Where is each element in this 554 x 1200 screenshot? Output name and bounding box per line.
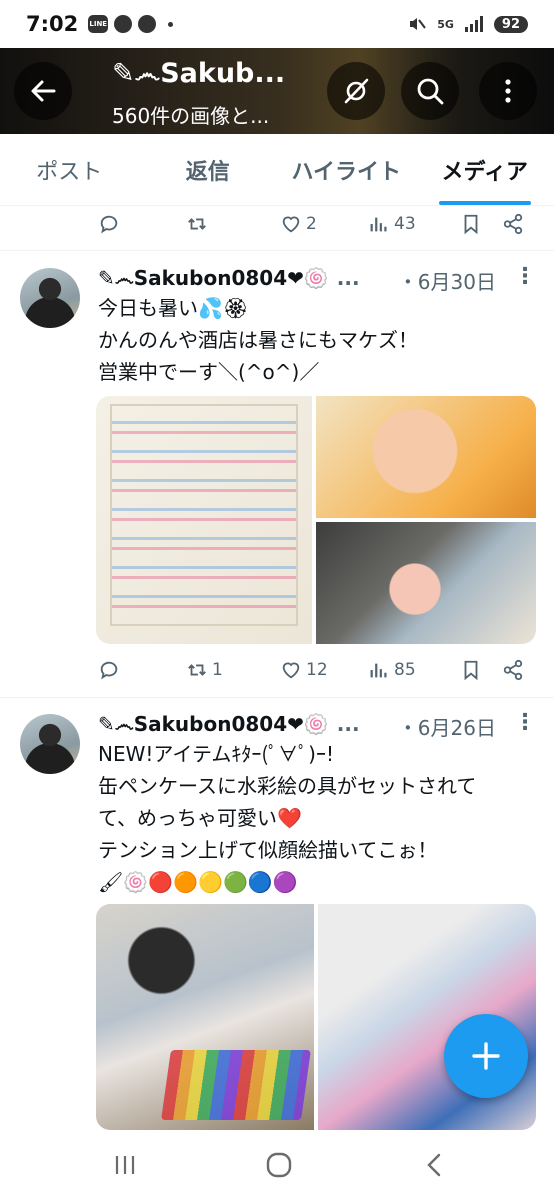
tab-posts-label: ポスト	[36, 159, 103, 185]
tab-media-label: メディア	[441, 159, 528, 185]
views-icon	[370, 217, 387, 232]
avatar[interactable]	[20, 268, 80, 328]
notifications-off-button[interactable]	[327, 62, 385, 120]
views-button[interactable]: 85	[368, 659, 416, 681]
tweet-more-icon[interactable]: ⋮	[514, 710, 536, 735]
repost-count: 1	[212, 660, 223, 680]
tab-posts[interactable]: ポスト	[0, 134, 139, 205]
search-icon	[417, 78, 444, 105]
repost-icon	[188, 664, 206, 676]
repost-icon	[188, 218, 206, 230]
caricature-photo[interactable]	[316, 396, 536, 518]
share-icon	[503, 659, 523, 681]
notification-dot-icon	[168, 21, 174, 27]
tab-replies-label: 返信	[185, 159, 230, 185]
divider	[0, 250, 554, 251]
tweet-date[interactable]: ・6月26日	[398, 712, 496, 741]
back-button[interactable]	[14, 62, 72, 120]
slash-circle-icon	[344, 78, 369, 104]
name-ellipsis: ...	[336, 712, 360, 736]
like-count: 2	[306, 214, 317, 234]
signal-icon	[464, 16, 483, 32]
bookmark-icon	[464, 660, 478, 681]
more-options-button[interactable]	[479, 62, 537, 120]
tweet-text: 今日も暑い💦🏵 かんのんや酒店は暑さにもマケズ！ 営業中でーす＼(^o^)／	[98, 296, 418, 384]
watercolor-set-photo[interactable]	[96, 904, 314, 1130]
plus-icon	[472, 1042, 500, 1070]
avatar[interactable]	[20, 714, 80, 774]
arrow-left-icon	[31, 80, 56, 102]
search-button[interactable]	[401, 62, 459, 120]
reply-icon	[100, 661, 118, 680]
bookmark-icon	[464, 214, 478, 235]
tab-highlights[interactable]: ハイライト	[277, 134, 416, 205]
like-button[interactable]: 2	[280, 213, 317, 235]
reply-button[interactable]	[98, 659, 120, 681]
sync-icon	[114, 15, 133, 33]
share-button[interactable]	[502, 213, 524, 235]
previous-tweet-actions: 2 43	[98, 204, 528, 244]
shield-icon	[138, 15, 157, 33]
header-subtitle: 560件の画像と...	[112, 104, 270, 128]
bookmark-button[interactable]	[460, 213, 482, 235]
share-icon	[503, 213, 523, 235]
share-button[interactable]	[502, 659, 524, 681]
bookmark-button[interactable]	[460, 659, 482, 681]
battery-indicator: 92	[493, 15, 528, 33]
network-label: 5G	[437, 17, 454, 31]
recent-apps-button[interactable]	[108, 1148, 142, 1182]
views-button[interactable]: 43	[368, 213, 416, 235]
system-nav-bar	[0, 1130, 554, 1200]
reply-icon	[100, 215, 118, 234]
tab-media[interactable]: メディア	[416, 134, 554, 205]
tweet-author[interactable]: ✎෴Sakubon0804❤🍥...	[98, 712, 360, 736]
compose-button[interactable]	[444, 1014, 528, 1098]
status-time: 7:02	[26, 12, 79, 36]
chevron-left-icon	[427, 1153, 441, 1177]
heart-icon	[282, 216, 300, 233]
tweet-media-grid	[96, 396, 536, 644]
tweet-author[interactable]: ✎෴Sakubon0804❤🍥...	[98, 266, 360, 290]
profile-tabs: ポスト 返信 ハイライト メディア	[0, 134, 554, 206]
like-count: 12	[306, 660, 328, 680]
author-name: ✎෴Sakubon0804❤🍥	[98, 712, 329, 736]
name-ellipsis: ...	[336, 266, 360, 290]
tweet-date[interactable]: ・6月30日	[398, 266, 496, 295]
views-count: 85	[394, 660, 416, 680]
home-icon	[266, 1152, 292, 1178]
line-icon: LINE	[88, 15, 109, 33]
tweet-text: NEW!アイテムｷﾀｰ(ﾟ∀ﾟ)ｰ! 缶ペンケースに水彩絵の具がセットされて て…	[98, 742, 477, 894]
tab-replies[interactable]: 返信	[139, 134, 278, 205]
like-button[interactable]: 12	[280, 659, 328, 681]
tweet-more-icon[interactable]: ⋮	[514, 264, 536, 289]
mute-icon	[410, 18, 427, 30]
recent-apps-icon	[115, 1156, 135, 1174]
reply-button[interactable]	[98, 213, 120, 235]
divider	[0, 697, 554, 698]
views-icon	[370, 663, 387, 678]
profile-header: ✎෴Sakub... 560件の画像と...	[0, 48, 554, 134]
home-button[interactable]	[262, 1148, 296, 1182]
heart-icon	[282, 662, 300, 679]
views-count: 43	[394, 214, 416, 234]
more-vertical-icon	[505, 79, 511, 103]
header-title: ✎෴Sakub...	[112, 58, 286, 89]
tab-highlights-label: ハイライト	[291, 159, 402, 185]
system-back-button[interactable]	[418, 1148, 452, 1182]
status-bar: 7:02 LINE 5G 92	[0, 0, 554, 48]
author-name: ✎෴Sakubon0804❤🍥	[98, 266, 329, 290]
tweet-actions: 1 12 85	[98, 650, 528, 690]
shop-sign-photo[interactable]	[96, 396, 312, 644]
repost-button[interactable]	[186, 213, 208, 235]
repost-button[interactable]: 1	[186, 659, 223, 681]
easel-photo[interactable]	[316, 522, 536, 644]
